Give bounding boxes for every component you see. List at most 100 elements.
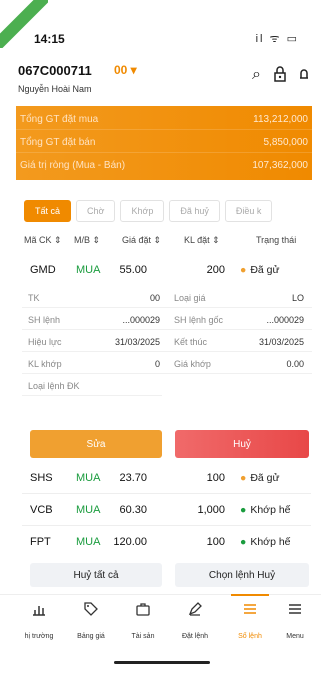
table-row[interactable]: VCB MUA 60.30 1,000 ● Khớp hế (0, 496, 321, 526)
tab-pending[interactable]: Chờ (76, 200, 116, 222)
header-actions: ⌕ (252, 66, 309, 87)
status-time: 14:15 (34, 32, 65, 46)
list-icon (225, 601, 275, 623)
pen-icon (170, 601, 220, 623)
detail-orig-order-label: SH lệnh gốc (174, 315, 224, 325)
col-qty[interactable]: KL đặt ⇕ (184, 235, 220, 246)
detail-orig-order-value: ...000029 (266, 315, 304, 325)
status-dot-icon: ● (240, 264, 247, 276)
order-status: ● Khớp hế (240, 536, 291, 548)
detail-valid-value: 31/03/2025 (114, 337, 160, 347)
nav-price-board-label: Bảng giá (77, 633, 105, 640)
pen-svg (188, 602, 202, 616)
menu-svg (289, 604, 301, 614)
order-symbol: VCB (30, 504, 53, 516)
nav-place-order[interactable]: Đặt lệnh (170, 601, 220, 640)
detail-matched-qty-label: KL khớp (28, 359, 62, 369)
account-header: 067C000711 00 ▾ Nguyễn Hoài Nam ⌕ (0, 58, 321, 98)
order-symbol: GMD (30, 264, 56, 276)
summary-sell-label: Tổng GT đặt bán (20, 137, 96, 148)
nav-price-board[interactable]: Bảng giá (66, 601, 116, 640)
cancel-all-button[interactable]: Huỷ tất cả (30, 563, 162, 587)
status-dot-icon: ● (240, 472, 247, 484)
summary-net-row: Giá trị ròng (Mua - Bán) 107,362,000 (16, 156, 312, 176)
status-dot-icon: ● (240, 504, 247, 516)
summary-buy-label: Tổng GT đặt mua (20, 114, 99, 125)
table-row[interactable]: GMD MUA 55.00 200 ● Đã gử (0, 256, 321, 286)
tab-conditional[interactable]: Điều k (224, 200, 273, 222)
order-status-text: Đã gử (250, 472, 280, 484)
order-status: ● Đã gử (240, 264, 280, 276)
tab-all[interactable]: Tất cả (24, 200, 72, 222)
nav-assets-label: Tài sản (131, 633, 155, 640)
nav-order-book-label: Sổ lệnh (238, 633, 262, 640)
table-row[interactable]: SHS MUA 23.70 100 ● Đã gử (0, 464, 321, 494)
nav-menu-label: Menu (286, 633, 304, 640)
sub-account-selector[interactable]: 00 ▾ (114, 63, 137, 77)
order-filter-tabs: Tất cả Chờ Khớp Đã huỷ Điều k (24, 200, 321, 222)
cancel-order-button[interactable]: Huỷ (175, 430, 309, 458)
order-price: 120.00 (113, 536, 147, 548)
detail-valid-label: Hiệu lực (28, 337, 62, 347)
tag-svg (84, 602, 98, 616)
summary-buy-value: 113,212,000 (253, 114, 308, 125)
edit-order-button[interactable]: Sửa (30, 430, 162, 458)
summary-sell-row: Tổng GT đặt bán 5,850,000 (16, 133, 312, 153)
detail-row: SH lệnh ...000029 SH lệnh gốc ...000029 (22, 310, 312, 330)
order-status-text: Khớp hế (250, 536, 291, 548)
detail-matched-qty-value: 0 (154, 359, 160, 369)
col-side[interactable]: M/B ⇕ (74, 235, 100, 246)
order-side: MUA (76, 504, 101, 516)
list-svg (244, 604, 256, 614)
row-divider (22, 525, 311, 526)
detail-cond-type-label: Loại lệnh ĐK (28, 381, 80, 391)
status-icons: il ᯤ ▭ (255, 33, 299, 45)
detail-matched-price-label: Giá khớp (174, 359, 211, 369)
detail-account-label: TK (28, 293, 40, 303)
account-name: Nguyễn Hoài Nam (18, 84, 92, 94)
order-symbol: SHS (30, 472, 53, 484)
col-status: Trạng thái (256, 235, 297, 245)
summary-net-value: 107,362,000 (252, 160, 308, 171)
search-icon[interactable]: ⌕ (252, 66, 261, 87)
order-side: MUA (76, 264, 101, 276)
nav-market-label: hị trường (24, 633, 54, 640)
tab-matched[interactable]: Khớp (120, 200, 165, 222)
nav-order-book[interactable]: Sổ lệnh (225, 601, 275, 640)
detail-order-no-value: ...000029 (122, 315, 160, 325)
detail-price-type-label: Loại giá (174, 293, 206, 303)
summary-net-label: Giá trị ròng (Mua - Bán) (20, 160, 126, 171)
briefcase-svg (136, 603, 150, 616)
order-detail-panel: TK 00 Loại giá LO SH lệnh ...000029 SH l… (22, 288, 312, 418)
nav-market[interactable]: hị trường (14, 601, 64, 640)
lock-icon[interactable] (273, 66, 287, 87)
detail-account-value: 00 (149, 293, 160, 303)
detail-row: Loại lệnh ĐK (22, 376, 162, 396)
nav-place-order-label: Đặt lệnh (181, 633, 209, 640)
detail-price-type-value: LO (291, 293, 304, 303)
detail-end-label: Kết thúc (174, 337, 208, 347)
order-table-header: Mã CK ⇕ M/B ⇕ Giá đặt ⇕ KL đặt ⇕ Trạng t… (0, 230, 321, 250)
col-price[interactable]: Giá đặt ⇕ (122, 235, 161, 246)
nav-menu[interactable]: Menu (270, 601, 320, 640)
status-dot-icon: ● (240, 536, 247, 548)
order-price: 23.70 (119, 472, 147, 484)
select-cancel-button[interactable]: Chọn lệnh Huỷ (175, 563, 309, 587)
detail-matched-price-value: 0.00 (286, 359, 304, 369)
order-price: 60.30 (119, 504, 147, 516)
col-symbol[interactable]: Mã CK ⇕ (24, 235, 62, 246)
tab-cancelled[interactable]: Đã huỷ (169, 200, 220, 222)
detail-row: Hiệu lực 31/03/2025 Kết thúc 31/03/2025 (22, 332, 312, 352)
bottom-nav: hị trường Bảng giá Tài sản Đặt lệnh Sổ l… (0, 594, 321, 652)
nav-active-indicator (231, 594, 269, 596)
order-status: ● Khớp hế (240, 504, 291, 516)
nav-assets[interactable]: Tài sản (118, 601, 168, 640)
order-qty: 1,000 (197, 504, 225, 516)
lock-icon-svg (274, 66, 286, 82)
order-qty: 200 (206, 264, 225, 276)
table-row[interactable]: FPT MUA 120.00 100 ● Khớp hế (0, 528, 321, 558)
account-id: 067C000711 (18, 63, 92, 78)
bell-icon[interactable] (299, 66, 309, 87)
summary-sell-value: 5,850,000 (263, 137, 309, 148)
order-price: 55.00 (119, 264, 147, 276)
